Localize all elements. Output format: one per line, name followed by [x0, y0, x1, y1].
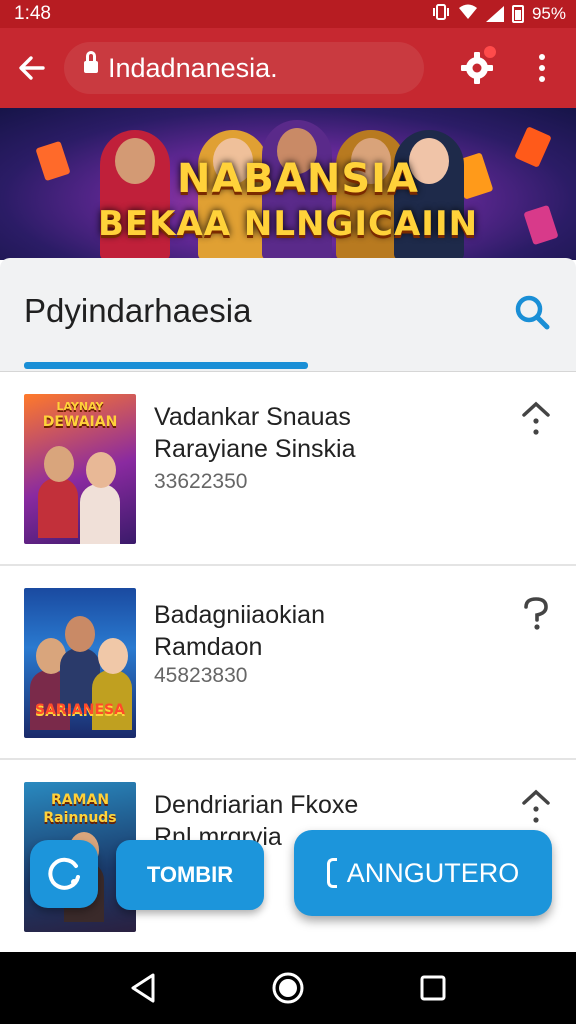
refresh-button[interactable] — [30, 840, 98, 908]
thumbnail-figure — [92, 670, 132, 730]
lock-icon — [84, 51, 98, 77]
status-bar: 1:48 95% — [0, 0, 576, 28]
nav-back-icon — [131, 973, 155, 1003]
search-header: Pdyindarhaesia — [0, 258, 576, 372]
item-thumbnail: LAYNAY DEWAIAN — [24, 394, 136, 544]
wifi-icon — [458, 3, 478, 26]
item-action-button[interactable] — [516, 784, 556, 828]
screen: 1:48 95% Indadnanesia. NABANSIA BEKAA NL… — [0, 0, 576, 1024]
more-vertical-icon-dot — [539, 76, 545, 82]
notification-badge — [482, 44, 498, 60]
item-action-button[interactable] — [516, 592, 556, 636]
more-vertical-icon — [539, 54, 545, 60]
tab-indicator — [24, 362, 308, 369]
app-bar: Indadnanesia. — [0, 28, 576, 108]
thumbnail-subtitle: SARIANESA — [35, 702, 125, 718]
more-menu-button[interactable] — [522, 40, 562, 96]
signal-icon — [485, 6, 504, 22]
system-nav-bar — [0, 952, 576, 1024]
info-up-icon — [522, 789, 550, 823]
nav-home-button[interactable] — [263, 963, 313, 1013]
more-vertical-icon-dot — [539, 65, 545, 71]
item-title-line1: Dendriarian Fkoxe — [154, 791, 359, 819]
thumbnail-title: LAYNAY — [56, 400, 104, 413]
nav-back-button[interactable] — [118, 963, 168, 1013]
promo-banner[interactable]: NABANSIA BEKAA NLNGICAIIN — [0, 108, 576, 260]
item-title-line2: Ramdaon — [154, 633, 263, 661]
refresh-icon — [48, 857, 80, 890]
bracket-icon — [326, 858, 337, 888]
search-icon — [515, 295, 550, 330]
thumbnail-subtitle: DEWAIAN — [42, 414, 118, 430]
banner-title-line2: BEKAA NLNGICAIIN — [97, 204, 479, 244]
status-time: 1:48 — [14, 3, 51, 24]
item-number: 45823830 — [154, 664, 248, 687]
primary-action-label: ANNGUTERO — [346, 857, 520, 888]
item-action-button[interactable] — [516, 396, 556, 440]
nav-home-icon — [272, 972, 304, 1004]
info-up-icon — [522, 401, 550, 435]
back-button[interactable] — [0, 28, 64, 108]
thumbnail-face — [65, 616, 95, 652]
list-item[interactable]: LAYNAY DEWAIAN Vadankar Snauas Rarayiane… — [0, 372, 576, 566]
item-title-line1: Badagniiaokian — [154, 601, 325, 629]
thumbnail-face — [86, 452, 116, 488]
search-query[interactable]: Pdyindarhaesia — [24, 292, 252, 330]
arrow-left-icon — [19, 56, 45, 80]
list-item[interactable]: SARIANESA Badagniiaokian Ramdaon 4582383… — [0, 566, 576, 760]
nav-recents-icon — [420, 975, 446, 1001]
item-title-line2: Rarayiane Sinskia — [154, 435, 356, 463]
thumbnail-face — [98, 638, 128, 674]
question-icon — [524, 597, 548, 630]
battery-icon — [511, 5, 524, 23]
url-text: Indadnanesia. — [108, 52, 278, 83]
secondary-action-button[interactable]: TOMBIR — [116, 840, 264, 910]
item-thumbnail: SARIANESA — [24, 588, 136, 738]
item-number: 33622350 — [154, 470, 248, 493]
thumbnail-subtitle: Rainnuds — [43, 810, 117, 826]
status-icons: 95% — [432, 3, 566, 26]
vibrate-icon — [432, 3, 450, 26]
thumbnail-figure — [80, 484, 120, 544]
thumbnail-figure — [38, 478, 78, 538]
primary-action-button[interactable]: ANNGUTERO — [294, 830, 552, 916]
extension-button[interactable] — [452, 40, 502, 96]
banner-title-line1: NABANSIA — [176, 156, 419, 202]
thumbnail-face — [44, 446, 74, 482]
url-bar[interactable]: Indadnanesia. — [64, 42, 424, 94]
thumbnail-title: RAMAN — [50, 792, 110, 808]
battery-text: 95% — [531, 4, 566, 23]
nav-recents-button[interactable] — [408, 963, 458, 1013]
item-title-line1: Vadankar Snauas — [154, 403, 351, 431]
search-button[interactable] — [508, 288, 556, 336]
